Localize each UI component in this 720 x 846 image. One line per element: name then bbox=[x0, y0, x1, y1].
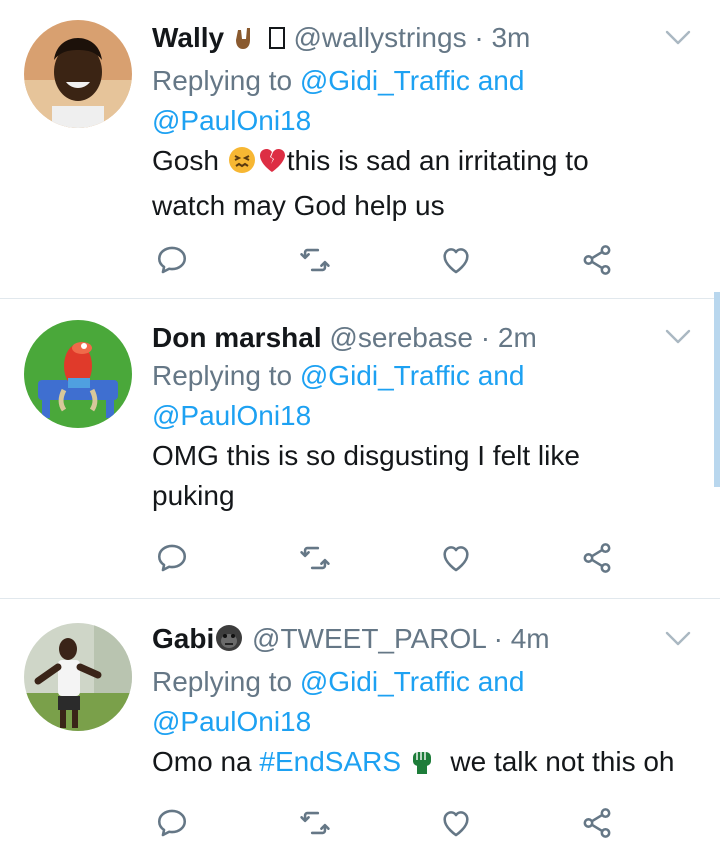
like-icon bbox=[439, 806, 473, 840]
reply-button[interactable] bbox=[152, 240, 192, 280]
replying-prefix: Replying to bbox=[152, 65, 293, 96]
tweet-text-suffix: we talk not this oh bbox=[450, 746, 675, 777]
tweet-text-line: this is sad an irritating to bbox=[286, 145, 589, 176]
like-icon bbox=[439, 541, 473, 575]
tweet-don-marshal[interactable]: Don marshal @serebase · 2m Replying to @… bbox=[0, 299, 720, 599]
tweet-time: · 2m bbox=[480, 322, 537, 353]
share-icon bbox=[580, 541, 614, 575]
user-handle[interactable]: @serebase bbox=[329, 322, 473, 353]
display-name[interactable]: Don marshal bbox=[152, 322, 322, 353]
reply-icon bbox=[155, 541, 189, 575]
reply-button[interactable] bbox=[152, 538, 192, 578]
replying-to: Replying to @Gidi_Traffic and bbox=[152, 662, 694, 702]
tweet-text-prefix: Gosh bbox=[152, 145, 219, 176]
share-button[interactable] bbox=[577, 538, 617, 578]
mention-link[interactable]: @PaulOni18 bbox=[152, 706, 311, 737]
retweet-icon bbox=[298, 806, 332, 840]
reply-and-link[interactable]: and bbox=[478, 360, 525, 391]
replying-prefix: Replying to bbox=[152, 666, 293, 697]
tweet-time: · 4m bbox=[493, 623, 550, 654]
display-name[interactable]: Wally bbox=[152, 22, 224, 53]
retweet-icon bbox=[298, 243, 332, 277]
tweet-actions bbox=[152, 240, 622, 280]
confounded-face-emoji bbox=[227, 145, 257, 186]
replying-to-line2: @PaulOni18 bbox=[152, 101, 694, 141]
like-button[interactable] bbox=[436, 240, 476, 280]
reply-and-link[interactable]: and bbox=[478, 666, 525, 697]
mention-link[interactable]: @PaulOni18 bbox=[152, 400, 311, 431]
replying-to: Replying to @Gidi_Traffic and bbox=[152, 356, 694, 396]
sign-of-horns-emoji bbox=[232, 24, 260, 61]
reply-button[interactable] bbox=[152, 803, 192, 843]
retweet-button[interactable] bbox=[295, 240, 335, 280]
replying-to-line2: @PaulOni18 bbox=[152, 702, 694, 742]
tweet-text-line: puking bbox=[152, 480, 235, 511]
scrollbar[interactable] bbox=[714, 292, 720, 487]
like-button[interactable] bbox=[436, 538, 476, 578]
avatar-don-marshal[interactable] bbox=[24, 320, 132, 428]
share-icon bbox=[580, 806, 614, 840]
retweet-button[interactable] bbox=[295, 538, 335, 578]
user-handle[interactable]: @TWEET_PAROL bbox=[252, 623, 486, 654]
share-button[interactable] bbox=[577, 240, 617, 280]
replying-prefix: Replying to bbox=[152, 360, 293, 391]
reply-icon bbox=[155, 806, 189, 840]
tweet-wally[interactable]: Wally @wallystrings · 3m Replying to @Gi… bbox=[0, 0, 720, 299]
tweet-header: Gabi @TWEET_PAROL · 4m bbox=[152, 621, 694, 662]
user-handle[interactable]: @wallystrings bbox=[293, 22, 466, 53]
tweet-gabi[interactable]: Gabi @TWEET_PAROL · 4m Replying to @Gidi… bbox=[0, 599, 720, 846]
tweet-time: · 3m bbox=[474, 22, 531, 53]
retweet-icon bbox=[298, 541, 332, 575]
tweet-text: Gosh this is sad an irritating to bbox=[152, 141, 694, 186]
tweet-header: Wally @wallystrings · 3m bbox=[152, 20, 694, 61]
display-name[interactable]: Gabi bbox=[152, 623, 214, 654]
tweet-header: Don marshal @serebase · 2m bbox=[152, 320, 694, 356]
tweet-text: Omo na #EndSARS we talk not this oh bbox=[152, 742, 694, 787]
mention-link[interactable]: @Gidi_Traffic bbox=[300, 65, 470, 96]
missing-glyph-icon bbox=[268, 24, 286, 61]
reply-icon bbox=[155, 243, 189, 277]
mention-link[interactable]: @Gidi_Traffic bbox=[300, 666, 470, 697]
mention-link[interactable]: @PaulOni18 bbox=[152, 105, 311, 136]
chevron-down-icon[interactable] bbox=[664, 327, 692, 347]
mention-link[interactable]: @Gidi_Traffic bbox=[300, 360, 470, 391]
gorilla-emoji bbox=[214, 623, 244, 662]
replying-to-line2: @PaulOni18 bbox=[152, 396, 694, 436]
reply-and-link[interactable]: and bbox=[478, 65, 525, 96]
tweet-text-prefix: Omo na bbox=[152, 746, 252, 777]
replying-to: Replying to @Gidi_Traffic and bbox=[152, 61, 694, 101]
retweet-button[interactable] bbox=[295, 803, 335, 843]
share-icon bbox=[580, 243, 614, 277]
tweet-actions bbox=[152, 803, 622, 843]
tweet-actions bbox=[152, 538, 622, 578]
like-icon bbox=[439, 243, 473, 277]
chevron-down-icon[interactable] bbox=[664, 629, 692, 649]
share-button[interactable] bbox=[577, 803, 617, 843]
chevron-down-icon[interactable] bbox=[664, 28, 692, 48]
broken-heart-emoji bbox=[257, 145, 287, 186]
avatar-gabi[interactable] bbox=[24, 623, 132, 731]
endsars-fist-emoji bbox=[409, 746, 435, 787]
tweet-text-line: watch may God help us bbox=[152, 190, 445, 221]
hashtag-link[interactable]: #EndSARS bbox=[259, 746, 401, 777]
avatar-wally[interactable] bbox=[24, 20, 132, 128]
like-button[interactable] bbox=[436, 803, 476, 843]
tweet-text-line: OMG this is so disgusting I felt like bbox=[152, 440, 580, 471]
